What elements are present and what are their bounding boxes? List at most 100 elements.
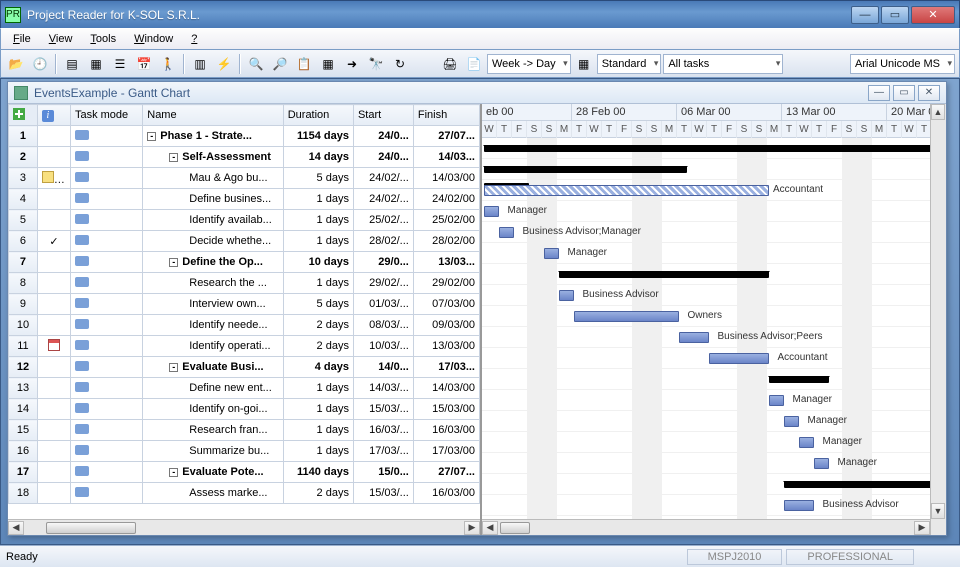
- task-name: Define new ent...: [189, 382, 272, 394]
- find-icon[interactable]: 🔭: [365, 53, 387, 75]
- gantt-summary-bar[interactable]: [484, 166, 687, 173]
- task-hscrollbar[interactable]: ◀ ▶: [8, 519, 480, 535]
- task-name: Identify availab...: [189, 214, 272, 226]
- col-task-mode[interactable]: Task mode: [70, 105, 142, 126]
- table-row[interactable]: 5Identify availab...1 days25/02/...25/02…: [9, 210, 480, 231]
- gscroll-left-icon[interactable]: ◀: [482, 521, 498, 535]
- timescale-dropdown[interactable]: Week -> Day: [487, 54, 571, 74]
- view1-icon[interactable]: ▤: [61, 53, 83, 75]
- gantt-timescale[interactable]: eb 0028 Feb 0006 Mar 0013 Mar 0020 Mar 0…: [482, 104, 946, 138]
- table-row[interactable]: 17-Evaluate Pote...1140 days15/0...27/07…: [9, 462, 480, 483]
- gscroll-down-icon[interactable]: ▼: [931, 503, 945, 519]
- gantt-bar-label: Manager: [568, 247, 607, 258]
- gscroll-up-icon[interactable]: ▲: [931, 104, 945, 120]
- resource-icon[interactable]: 🚶: [157, 53, 179, 75]
- maximize-button[interactable]: ▭: [881, 6, 909, 24]
- table-row[interactable]: 11Identify operati...2 days10/03/...13/0…: [9, 336, 480, 357]
- table-row[interactable]: 9Interview own...5 days01/03/...07/03/00: [9, 294, 480, 315]
- recent-icon[interactable]: 🕘: [29, 53, 51, 75]
- table-dropdown[interactable]: Standard: [597, 54, 662, 74]
- font-dropdown[interactable]: Arial Unicode MS: [850, 54, 955, 74]
- open-icon[interactable]: 📂: [5, 53, 27, 75]
- zoom-out-icon[interactable]: 🔎: [269, 53, 291, 75]
- table-row[interactable]: 4Define busines...1 days24/02/...24/02/0…: [9, 189, 480, 210]
- gantt-task-bar[interactable]: [814, 458, 829, 469]
- gantt-task-bar[interactable]: [484, 206, 499, 217]
- expand-toggle[interactable]: -: [147, 132, 156, 141]
- child-maximize-button[interactable]: ▭: [893, 85, 915, 101]
- menu-view[interactable]: View: [41, 31, 81, 47]
- gantt-task-bar[interactable]: [484, 185, 769, 196]
- table-row[interactable]: 7-Define the Op...10 days29/0...13/03...: [9, 252, 480, 273]
- gantt-task-bar[interactable]: [709, 353, 769, 364]
- menu-file[interactable]: File: [5, 31, 39, 47]
- close-button[interactable]: ✕: [911, 6, 955, 24]
- tasks-filter-dropdown[interactable]: All tasks: [663, 54, 783, 74]
- info-header[interactable]: i: [37, 105, 70, 126]
- gantt-task-bar[interactable]: [679, 332, 709, 343]
- task-table[interactable]: i Task mode Name Duration Start Finish 1…: [8, 104, 480, 504]
- gantt-hscrollbar[interactable]: ◀ ▶: [482, 519, 930, 535]
- goto-icon[interactable]: ➜: [341, 53, 363, 75]
- copy-icon[interactable]: 📋: [293, 53, 315, 75]
- plus-icon: [13, 108, 25, 120]
- table-row[interactable]: 12-Evaluate Busi...4 days14/0...17/03...: [9, 357, 480, 378]
- gantt-summary-bar[interactable]: [769, 376, 829, 383]
- view3-icon[interactable]: ☰: [109, 53, 131, 75]
- view2-icon[interactable]: ▦: [85, 53, 107, 75]
- gantt-task-bar[interactable]: [769, 395, 784, 406]
- expand-toggle[interactable]: -: [169, 363, 178, 372]
- table-row[interactable]: 3Mau & Ago bu...5 days24/02/...14/03/00: [9, 168, 480, 189]
- columns-icon[interactable]: ▥: [189, 53, 211, 75]
- table-row[interactable]: 18Assess marke...2 days15/03/...16/03/00: [9, 483, 480, 504]
- calendar-icon[interactable]: 📅: [133, 53, 155, 75]
- menu-tools[interactable]: Tools: [82, 31, 124, 47]
- table-row[interactable]: 1-Phase 1 - Strate...1154 days24/0...27/…: [9, 126, 480, 147]
- table-row[interactable]: 2-Self-Assessment14 days24/0...14/03...: [9, 147, 480, 168]
- scroll-right-icon[interactable]: ▶: [464, 521, 480, 535]
- child-minimize-button[interactable]: —: [868, 85, 890, 101]
- bolt-icon[interactable]: ⚡: [213, 53, 235, 75]
- gantt-task-bar[interactable]: [544, 248, 559, 259]
- zoom-in-icon[interactable]: 🔍: [245, 53, 267, 75]
- print-icon[interactable]: 🖨: [439, 53, 461, 75]
- gantt-bar-label: Business Advisor;Manager: [523, 226, 641, 237]
- gantt-summary-bar[interactable]: [784, 481, 946, 488]
- menu-window[interactable]: Window: [126, 31, 181, 47]
- gantt-body[interactable]: AccountantManagerBusiness Advisor;Manage…: [482, 138, 946, 519]
- table-row[interactable]: 10Identify neede...2 days08/03/...09/03/…: [9, 315, 480, 336]
- scroll-left-icon[interactable]: ◀: [8, 521, 24, 535]
- gantt-task-bar[interactable]: [784, 416, 799, 427]
- gantt-summary-bar[interactable]: [484, 145, 946, 152]
- task-mode-icon: [75, 298, 89, 308]
- gantt-task-bar[interactable]: [784, 500, 814, 511]
- col-duration[interactable]: Duration: [283, 105, 353, 126]
- gantt-vscrollbar[interactable]: ▲ ▼: [930, 104, 946, 535]
- expand-toggle[interactable]: -: [169, 153, 178, 162]
- gantt-task-bar[interactable]: [499, 227, 514, 238]
- child-close-button[interactable]: ✕: [918, 85, 940, 101]
- add-row-header[interactable]: [9, 105, 38, 126]
- expand-toggle[interactable]: -: [169, 258, 178, 267]
- gantt-task-bar[interactable]: [559, 290, 574, 301]
- table-row[interactable]: 6✓Decide whethe...1 days28/02/...28/02/0…: [9, 231, 480, 252]
- gantt-summary-bar[interactable]: [559, 271, 769, 278]
- table-row[interactable]: 13Define new ent...1 days14/03/...14/03/…: [9, 378, 480, 399]
- expand-toggle[interactable]: -: [169, 468, 178, 477]
- minimize-button[interactable]: —: [851, 6, 879, 24]
- gantt-task-bar[interactable]: [574, 311, 679, 322]
- col-name[interactable]: Name: [143, 105, 283, 126]
- table-row[interactable]: 8Research the ...1 days29/02/...29/02/00: [9, 273, 480, 294]
- gantt-task-bar[interactable]: [799, 437, 814, 448]
- filter-icon[interactable]: ▦: [573, 53, 595, 75]
- table-row[interactable]: 14Identify on-goi...1 days15/03/...15/03…: [9, 399, 480, 420]
- table-row[interactable]: 16Summarize bu...1 days17/03/...17/03/00: [9, 441, 480, 462]
- col-start[interactable]: Start: [353, 105, 413, 126]
- refresh-icon[interactable]: ↻: [389, 53, 411, 75]
- preview-icon[interactable]: 📄: [463, 53, 485, 75]
- gscroll-right-icon[interactable]: ▶: [914, 521, 930, 535]
- menu-help[interactable]: ?: [183, 31, 205, 47]
- grid-icon[interactable]: ▦: [317, 53, 339, 75]
- col-finish[interactable]: Finish: [413, 105, 479, 126]
- table-row[interactable]: 15Research fran...1 days16/03/...16/03/0…: [9, 420, 480, 441]
